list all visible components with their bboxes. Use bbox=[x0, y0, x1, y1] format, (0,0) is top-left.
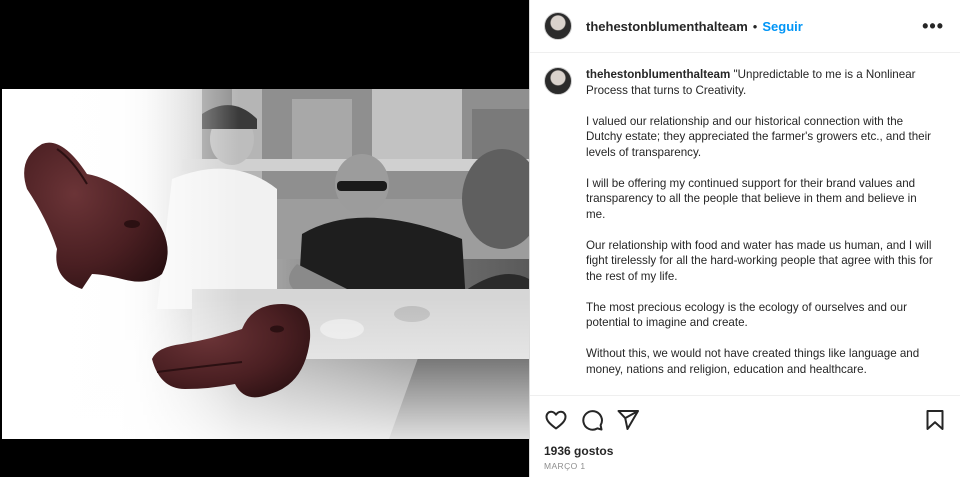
action-bar bbox=[530, 395, 960, 441]
post-header: thehestonblumenthalteam • Seguir ••• bbox=[530, 0, 960, 53]
caption-paragraph: I will be offering my continued support … bbox=[586, 176, 917, 221]
caption-paragraph: Our relationship with food and water has… bbox=[586, 238, 933, 283]
post-details-panel: thehestonblumenthalteam • Seguir ••• the… bbox=[529, 0, 960, 477]
post-date: MARÇO 1 bbox=[544, 461, 586, 471]
post-image[interactable] bbox=[2, 89, 529, 439]
caption-paragraph: Without this, we would not have created … bbox=[586, 347, 920, 376]
avatar[interactable] bbox=[544, 67, 572, 95]
comment-icon[interactable] bbox=[580, 408, 604, 432]
caption-scroll-area[interactable]: thehestonblumenthalteam "Unpredictable t… bbox=[530, 54, 960, 395]
bookmark-icon[interactable] bbox=[923, 408, 947, 432]
more-icon[interactable]: ••• bbox=[922, 17, 944, 35]
heart-icon[interactable] bbox=[544, 408, 568, 432]
caption-paragraph: The most precious ecology is the ecology… bbox=[586, 300, 907, 330]
kitchen-scene bbox=[2, 89, 529, 439]
caption-paragraph: I valued our relationship and our histor… bbox=[586, 114, 932, 159]
separator-dot: • bbox=[752, 18, 758, 34]
likes-count[interactable]: 1936 gostos bbox=[544, 444, 613, 458]
caption: thehestonblumenthalteam "Unpredictable t… bbox=[586, 67, 936, 395]
share-icon[interactable] bbox=[616, 408, 640, 432]
avatar[interactable] bbox=[544, 12, 572, 40]
post-media bbox=[0, 0, 529, 477]
caption-first-paragraph: thehestonblumenthalteam "Unpredictable t… bbox=[586, 67, 936, 98]
header-username[interactable]: thehestonblumenthalteam bbox=[586, 19, 748, 34]
follow-button[interactable]: Seguir bbox=[762, 19, 802, 34]
caption-username[interactable]: thehestonblumenthalteam bbox=[586, 68, 730, 81]
instagram-post-viewer: thehestonblumenthalteam • Seguir ••• the… bbox=[0, 0, 960, 477]
